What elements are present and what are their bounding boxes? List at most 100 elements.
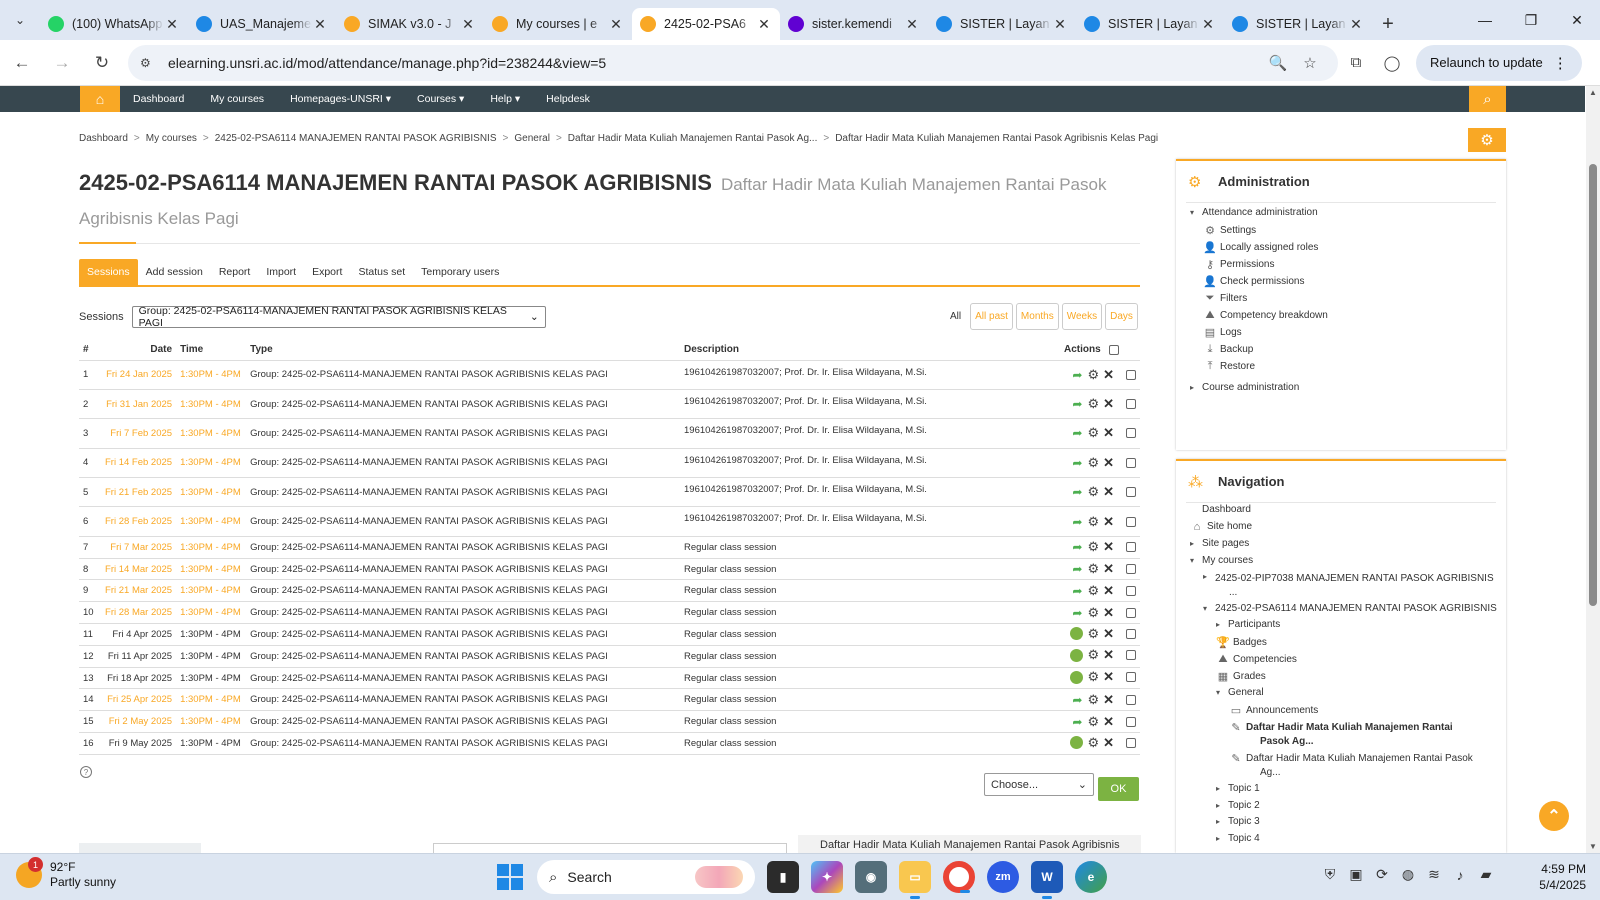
caret-right-icon[interactable]: ▸ — [1216, 784, 1228, 793]
session-time[interactable]: 1:30PM - 4PM — [176, 710, 247, 734]
take-attendance-icon[interactable]: ➦ — [1071, 485, 1083, 499]
delete-session-icon[interactable]: ✕ — [1103, 561, 1114, 577]
volume-icon[interactable]: ♪ — [1448, 867, 1472, 883]
caret-down-icon[interactable]: ▾ — [1216, 688, 1228, 697]
taskbar-search[interactable]: ⌕ Search — [537, 860, 755, 894]
attendance-taken-icon[interactable] — [1070, 736, 1084, 750]
group-select[interactable]: Group: 2425-02-PSA6114-MANAJEMEN RANTAI … — [131, 305, 546, 329]
browser-tab[interactable]: SISTER | Layan ✕ — [928, 8, 1076, 40]
delete-session-icon[interactable]: ✕ — [1103, 735, 1114, 751]
battery-icon[interactable]: ▰ — [1474, 866, 1498, 883]
edit-session-gear-icon[interactable]: ⚙ — [1087, 647, 1099, 663]
edit-session-gear-icon[interactable]: ⚙ — [1087, 583, 1099, 599]
session-checkbox[interactable] — [1126, 457, 1136, 468]
session-checkbox[interactable] — [1126, 607, 1136, 618]
navbar-item[interactable]: Helpdesk — [533, 93, 603, 105]
home-icon[interactable]: ⌂ — [80, 86, 120, 112]
take-attendance-icon[interactable]: ➦ — [1071, 584, 1083, 598]
delete-session-icon[interactable]: ✕ — [1103, 514, 1114, 530]
session-checkbox[interactable] — [1126, 369, 1136, 380]
breadcrumb-item[interactable]: My courses — [146, 133, 197, 144]
breadcrumb-item[interactable]: General — [514, 133, 550, 144]
take-attendance-icon[interactable]: ➦ — [1071, 368, 1083, 382]
sync-icon[interactable]: ⟳ — [1370, 866, 1394, 883]
page-scrollbar[interactable]: ▲ ▼ — [1586, 86, 1600, 853]
session-date[interactable]: Fri 24 Jan 2025 — [101, 360, 177, 390]
tree-item[interactable]: ▸ Topic 1 — [1216, 783, 1260, 794]
session-time[interactable]: 1:30PM - 4PM — [176, 389, 247, 420]
view-months-button[interactable]: Months — [1015, 303, 1059, 330]
close-tab-icon[interactable]: ✕ — [904, 16, 920, 33]
tree-item[interactable]: ▤ Logs — [1203, 326, 1242, 339]
tab-status-set[interactable]: Status set — [350, 259, 413, 285]
start-button-icon[interactable] — [497, 864, 523, 890]
edit-session-gear-icon[interactable]: ⚙ — [1087, 714, 1099, 730]
tree-item[interactable]: ⛰ Competencies — [1216, 653, 1297, 666]
caret-right-icon[interactable]: ▸ — [1216, 620, 1228, 629]
url-text[interactable]: elearning.unsri.ac.id/mod/attendance/man… — [168, 55, 1262, 71]
session-time[interactable]: 1:30PM - 4PM — [176, 558, 247, 581]
take-attendance-icon[interactable]: ➦ — [1071, 606, 1083, 620]
tree-item[interactable]: ▸ Participants — [1216, 619, 1280, 630]
navbar-item[interactable]: Help ▾ — [477, 93, 533, 105]
session-checkbox[interactable] — [1126, 564, 1136, 575]
tree-item[interactable]: ▾ 2425-02-PSA6114 MANAJEMEN RANTAI PASOK … — [1203, 603, 1497, 614]
edit-session-gear-icon[interactable]: ⚙ — [1087, 425, 1099, 441]
view-all-link[interactable]: All — [950, 311, 961, 322]
tab-import[interactable]: Import — [258, 259, 304, 285]
site-info-icon[interactable]: ⚙ — [140, 56, 160, 70]
tree-item[interactable]: ▸ 2425-02-PIP7038 MANAJEMEN RANTAI PASOK … — [1203, 572, 1494, 600]
edit-session-gear-icon[interactable]: ⚙ — [1087, 367, 1099, 383]
tab-temporary-users[interactable]: Temporary users — [413, 259, 507, 285]
page-settings-gear-icon[interactable]: ⚙ — [1468, 128, 1506, 152]
session-time[interactable]: 1:30PM - 4PM — [176, 536, 247, 559]
breadcrumb-item[interactable]: Daftar Hadir Mata Kuliah Manajemen Ranta… — [568, 133, 818, 144]
session-date[interactable]: Fri 28 Mar 2025 — [101, 601, 177, 625]
session-date[interactable]: Fri 2 May 2025 — [101, 710, 177, 734]
relaunch-button[interactable]: Relaunch to update ⋮ — [1416, 44, 1582, 81]
scroll-down-icon[interactable]: ▼ — [1589, 842, 1597, 851]
edit-session-gear-icon[interactable]: ⚙ — [1087, 605, 1099, 621]
session-date[interactable]: Fri 25 Apr 2025 — [101, 688, 177, 712]
zoom-icon[interactable]: 🔍 — [1262, 54, 1294, 72]
delete-session-icon[interactable]: ✕ — [1103, 367, 1114, 383]
tree-item[interactable]: ⤓ Backup — [1203, 343, 1254, 356]
session-time[interactable]: 1:30PM - 4PM — [176, 601, 247, 625]
file-explorer-icon[interactable]: ▭ — [899, 861, 931, 899]
navbar-item[interactable]: My courses — [197, 93, 277, 105]
edit-session-gear-icon[interactable]: ⚙ — [1087, 692, 1099, 708]
caret-right-icon[interactable]: ▸ — [1203, 572, 1215, 581]
session-date[interactable]: Fri 14 Mar 2025 — [101, 558, 177, 581]
tab-export[interactable]: Export — [304, 259, 350, 285]
session-checkbox[interactable] — [1126, 585, 1136, 596]
caret-down-icon[interactable]: ▾ — [1190, 208, 1202, 217]
extensions-icon[interactable]: ⧉ — [1338, 54, 1374, 71]
delete-session-icon[interactable]: ✕ — [1103, 455, 1114, 471]
close-tab-icon[interactable]: ✕ — [164, 16, 180, 33]
delete-session-icon[interactable]: ✕ — [1103, 714, 1114, 730]
attendance-taken-icon[interactable] — [1070, 670, 1084, 684]
take-attendance-icon[interactable]: ➦ — [1071, 562, 1083, 576]
session-date[interactable]: Fri 31 Jan 2025 — [101, 389, 177, 420]
edit-session-gear-icon[interactable]: ⚙ — [1087, 626, 1099, 642]
view-all-past-button[interactable]: All past — [970, 303, 1013, 330]
bookmark-star-icon[interactable]: ☆ — [1294, 54, 1326, 72]
tree-item[interactable]: 👤 Check permissions — [1203, 275, 1304, 288]
delete-session-icon[interactable]: ✕ — [1103, 425, 1114, 441]
tree-item[interactable]: ▸ Topic 2 — [1216, 800, 1260, 811]
tree-item[interactable]: ▾ Attendance administration — [1190, 207, 1318, 218]
navbar-item[interactable]: Homepages-UNSRI ▾ — [277, 93, 404, 105]
session-time[interactable]: 1:30PM - 4PM — [176, 506, 247, 537]
select-all-checkbox[interactable] — [1109, 344, 1120, 355]
scroll-up-icon[interactable]: ▲ — [1589, 88, 1597, 97]
tree-item[interactable]: ▸ Course administration — [1190, 382, 1299, 393]
take-attendance-icon[interactable]: ➦ — [1071, 456, 1083, 470]
wifi-icon[interactable]: ≋ — [1422, 866, 1446, 883]
tab-search-menu-button[interactable]: ⌄ — [0, 0, 40, 40]
tab-report[interactable]: Report — [211, 259, 259, 285]
task-view-icon[interactable]: ▮ — [767, 861, 799, 893]
tab-add-session[interactable]: Add session — [138, 259, 211, 285]
close-tab-icon[interactable]: ✕ — [460, 16, 476, 33]
session-checkbox[interactable] — [1126, 399, 1136, 410]
breadcrumb-item[interactable]: Dashboard — [79, 133, 128, 144]
